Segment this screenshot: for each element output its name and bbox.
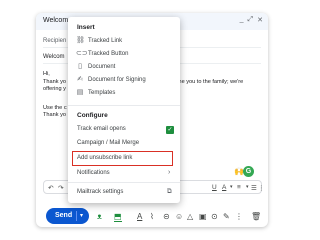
- lock-icon[interactable]: ⊙: [211, 212, 218, 221]
- configure-header: Configure: [77, 112, 108, 119]
- open-external-icon: ⧉: [167, 188, 172, 195]
- menu-item-label: Tracked Button: [88, 51, 129, 57]
- menu-item-label: Campaign / Mail Merge: [77, 140, 140, 146]
- body-line: Use the c: [43, 105, 67, 111]
- menu-item-label: Track email opens: [77, 126, 126, 132]
- undo-icon[interactable]: ↶: [48, 184, 53, 192]
- chevron-right-icon: ›: [168, 169, 171, 176]
- link-icon[interactable]: ⊝: [163, 212, 170, 221]
- menu-item-document-for-signing[interactable]: ✍ Document for Signing: [74, 75, 174, 87]
- list-icon[interactable]: ☰: [251, 184, 257, 192]
- chevron-down-icon[interactable]: ▾: [230, 184, 233, 190]
- menu-item-tracked-button[interactable]: ⊂⊃ Tracked Button: [74, 49, 174, 61]
- tracked-link-icon[interactable]: ⬒: [114, 212, 122, 222]
- redo-icon[interactable]: ↷: [58, 184, 63, 192]
- link-icon: ⛓: [76, 37, 85, 44]
- minimize-icon[interactable]: _: [240, 16, 244, 24]
- menu-divider: [68, 105, 180, 106]
- body-line: Thank yo: [43, 112, 67, 118]
- document-icon: ▯: [78, 63, 82, 70]
- send-label: Send: [55, 212, 73, 219]
- pen-icon[interactable]: ✎: [223, 212, 230, 221]
- underline-button[interactable]: U: [212, 184, 217, 191]
- attach-icon[interactable]: ⌇: [150, 212, 154, 221]
- menu-item-label: Mailtrack settings: [77, 189, 124, 195]
- menu-item-label: Document: [88, 64, 116, 70]
- button-icon: ⊂⊃: [76, 50, 88, 57]
- body-line: Hi,: [43, 71, 50, 77]
- menu-item-label: Templates: [88, 90, 116, 96]
- schedule-send-icon[interactable]: ▾: [80, 208, 83, 224]
- menu-item-tracked-link[interactable]: ⛓ Tracked Link: [74, 36, 174, 48]
- send-button[interactable]: Send ▾: [46, 208, 89, 224]
- body-line: Thank yo: [43, 79, 67, 85]
- drive-icon[interactable]: △: [187, 212, 193, 221]
- signature-icon: ✍: [77, 76, 83, 83]
- more-icon[interactable]: ⋮: [235, 212, 243, 221]
- body-line: offering y: [43, 86, 66, 92]
- menu-item-document[interactable]: ▯ Document: [74, 62, 174, 74]
- mailtrack-icon[interactable]: ᴥ: [97, 212, 102, 221]
- trash-icon[interactable]: 🗑: [251, 212, 261, 221]
- menu-divider: [68, 182, 180, 183]
- close-icon[interactable]: ✕: [257, 16, 263, 24]
- menu-item-track-email-opens[interactable]: Track email opens ✓: [74, 124, 174, 136]
- text-color-button[interactable]: A: [222, 184, 226, 191]
- expand-icon[interactable]: ⤢: [248, 16, 254, 24]
- highlight-box: [72, 151, 173, 166]
- align-icon[interactable]: ≡: [237, 184, 241, 191]
- mailtrack-menu: Insert ⛓ Tracked Link ⊂⊃ Tracked Button …: [68, 17, 180, 203]
- body-line: come you to the family; we're: [171, 79, 244, 85]
- menu-item-templates[interactable]: ▤ Templates: [74, 88, 174, 100]
- grammar-check-icon[interactable]: G: [243, 166, 254, 177]
- template-icon: ▤: [76, 89, 84, 96]
- menu-item-mailtrack-settings[interactable]: Mailtrack settings ⧉: [74, 187, 174, 199]
- track-opens-checkbox[interactable]: ✓: [166, 126, 174, 134]
- more-formatting-icon[interactable]: ⋮: [258, 184, 265, 192]
- menu-item-campaign[interactable]: Campaign / Mail Merge: [74, 138, 174, 150]
- emoji-icon[interactable]: ☺: [175, 212, 183, 221]
- compose-title: Welcom: [43, 17, 69, 24]
- menu-item-label: Document for Signing: [88, 77, 146, 83]
- send-divider: [76, 211, 77, 221]
- text-format-icon[interactable]: A: [137, 212, 142, 221]
- menu-item-label: Tracked Link: [88, 38, 123, 44]
- menu-item-label: Notifications: [77, 170, 110, 176]
- menu-item-notifications[interactable]: Notifications ›: [74, 168, 174, 180]
- window-controls: _ ⤢ ✕: [240, 16, 263, 24]
- photo-icon[interactable]: ▣: [199, 212, 207, 221]
- insert-header: Insert: [77, 24, 95, 31]
- chevron-down-icon[interactable]: ▾: [246, 184, 249, 190]
